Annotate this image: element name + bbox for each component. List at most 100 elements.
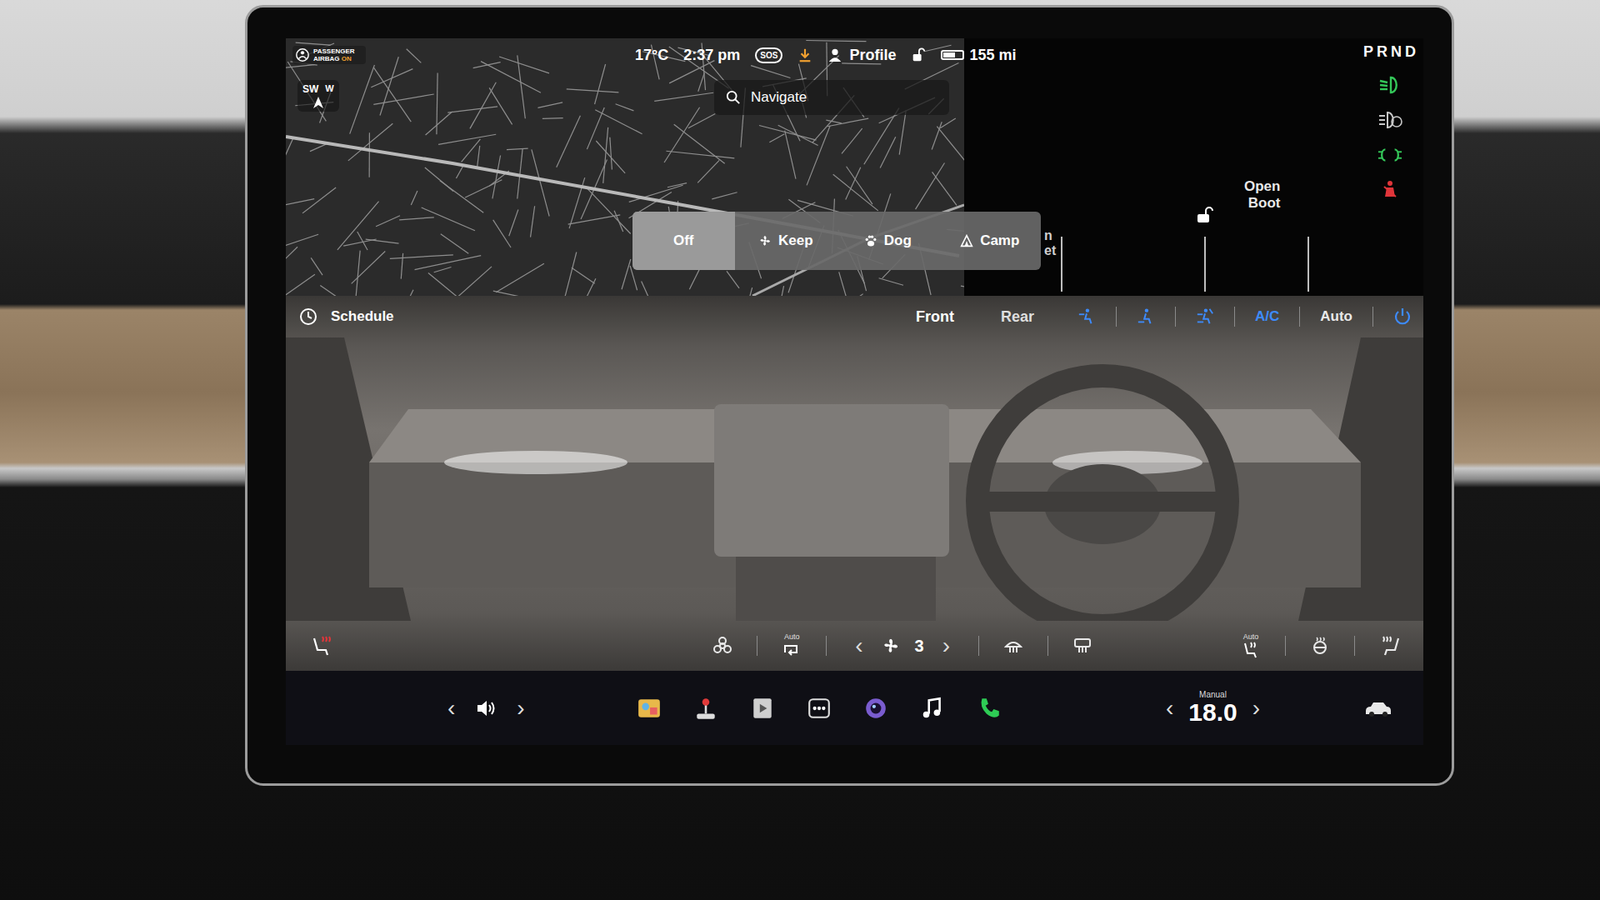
zone-tab[interactable]: Front: [892, 308, 978, 326]
open-boot-line: Boot: [1248, 195, 1281, 212]
touchscreen: SWWNavigatenetOpenBootPRNDPASSENGERAIRBA…: [285, 38, 1424, 745]
display-bezel: SWWNavigatenetOpenBootPRNDPASSENGERAIRBA…: [245, 5, 1455, 786]
schedule-button[interactable]: Schedule: [299, 307, 395, 326]
battery: 155 mi: [940, 46, 1016, 65]
volume-down-icon[interactable]: ‹: [444, 696, 459, 720]
covered-label: net: [1044, 228, 1056, 260]
schedule-label: Schedule: [330, 308, 395, 325]
airbag-icon: [295, 47, 310, 63]
separator: [978, 635, 980, 656]
gear-letter: R: [1376, 43, 1389, 61]
speaker-icon[interactable]: [475, 697, 497, 720]
auto-seat-heat-mode: Auto: [1243, 632, 1260, 641]
cabin-mode-popover: Off Keep Dog Camp: [632, 211, 1041, 270]
compass[interactable]: SW W: [297, 80, 340, 112]
indicator-column: PRND: [1356, 38, 1424, 296]
cabin-mode-option[interactable]: Dog: [836, 211, 940, 270]
search-placeholder: Navigate: [750, 89, 807, 106]
person-icon: [827, 47, 843, 63]
gear-letter: D: [1405, 43, 1417, 61]
open-boot-button[interactable]: OpenBoot: [1244, 178, 1280, 213]
airflow-upper-icon[interactable]: [1057, 307, 1116, 326]
phone-icon[interactable]: [976, 695, 1002, 721]
profile-button[interactable]: Profile: [827, 46, 896, 65]
separator: [1372, 306, 1374, 327]
front-defrost-icon[interactable]: [1004, 636, 1023, 655]
navigate-search[interactable]: Navigate: [714, 80, 950, 115]
temperature-mode: Manual: [1199, 690, 1227, 700]
covered-label-line: n: [1044, 228, 1056, 244]
theater-icon[interactable]: [750, 695, 775, 721]
cabin-mode-label: Dog: [884, 232, 912, 250]
unlock-icon[interactable]: [1194, 205, 1215, 225]
cabin-mode-option[interactable]: Off: [632, 211, 735, 270]
cabin-temperature: ‹ Manual18.0 ›: [1162, 690, 1264, 726]
temp-down-icon[interactable]: ‹: [1162, 696, 1177, 720]
seatbelt-icon: [1377, 179, 1403, 201]
low-beam-icon: [1377, 74, 1403, 96]
fan-icon: [758, 234, 772, 248]
airbag-line: PASSENGER: [313, 47, 355, 55]
cabin-mode-label: Keep: [778, 232, 814, 250]
power-icon[interactable]: [1393, 307, 1412, 326]
airflow-windscreen-icon[interactable]: [1175, 307, 1235, 326]
auto-seat-heat-button[interactable]: Auto: [1241, 632, 1260, 660]
arcade-icon[interactable]: [693, 695, 719, 721]
cabin-render: [285, 337, 1424, 621]
compass-heading: SW: [302, 83, 319, 95]
separator: [1234, 306, 1235, 327]
sos-indicator[interactable]: SOS: [755, 47, 783, 64]
compass-secondary: W: [325, 83, 334, 95]
clock-icon: [299, 307, 318, 326]
climate-header: Schedule FrontRear A/CAuto: [285, 295, 1424, 338]
download-icon[interactable]: [797, 47, 813, 63]
fan-decrease-icon[interactable]: ‹: [851, 634, 866, 658]
car-icon[interactable]: [1363, 699, 1394, 718]
airbag-state: ON: [341, 55, 352, 63]
recirculation-mode: Auto: [784, 632, 800, 641]
separator: [1175, 306, 1176, 327]
parking-lights-icon: [1377, 144, 1403, 166]
paw-icon: [864, 234, 878, 248]
steering-wheel-heater-icon[interactable]: [1310, 636, 1330, 655]
profile-label: Profile: [849, 46, 896, 65]
more-apps-icon[interactable]: [806, 695, 832, 721]
separator: [1047, 635, 1049, 656]
fan-increase-icon[interactable]: ›: [939, 634, 954, 658]
ac-button[interactable]: A/C: [1235, 308, 1300, 325]
left-seat-heater-icon[interactable]: [310, 635, 333, 657]
auto-button[interactable]: Auto: [1300, 308, 1373, 325]
cabin-mode-label: Camp: [980, 232, 1020, 250]
rear-defrost-icon[interactable]: [1073, 636, 1092, 655]
camera-icon[interactable]: [863, 695, 889, 721]
cabin-mode-label: Off: [673, 232, 695, 250]
bioweapon-defense-icon[interactable]: [713, 636, 732, 655]
right-seat-heater-icon[interactable]: [1380, 635, 1402, 657]
recirculation-button[interactable]: Auto: [782, 632, 801, 660]
open-boot-line: Open: [1244, 178, 1280, 195]
recirculation-icon: [782, 640, 801, 660]
volume-up-icon[interactable]: ›: [513, 696, 528, 720]
fan-speed-control: ‹3›: [851, 634, 954, 658]
north-arrow-icon: [313, 96, 324, 109]
temperature-value[interactable]: 18.0: [1188, 699, 1237, 726]
music-icon[interactable]: [920, 695, 945, 721]
airflow-lower-icon[interactable]: [1116, 307, 1175, 326]
auto-high-beam-icon: [1377, 109, 1403, 131]
cabin-mode-option[interactable]: Camp: [939, 211, 1042, 270]
temp-up-icon[interactable]: ›: [1249, 696, 1264, 720]
zone-tab[interactable]: Rear: [977, 308, 1058, 326]
tent-icon: [960, 234, 974, 248]
separator: [825, 635, 827, 656]
separator: [1285, 635, 1286, 656]
outside-temperature: 17°C: [635, 46, 669, 65]
toybox-icon[interactable]: [636, 695, 662, 721]
cabin-mode-option[interactable]: Keep: [735, 211, 838, 270]
search-icon: [725, 90, 741, 105]
battery-icon: [940, 50, 965, 60]
separator: [756, 635, 758, 656]
taskbar: ‹ › ‹ Manual18.0 ›: [285, 670, 1424, 745]
climate-panel: ScheduleFrontRearA/CAutoAuto‹3›Auto: [285, 295, 1424, 671]
lock-icon[interactable]: [910, 47, 926, 63]
separator: [1115, 306, 1117, 327]
